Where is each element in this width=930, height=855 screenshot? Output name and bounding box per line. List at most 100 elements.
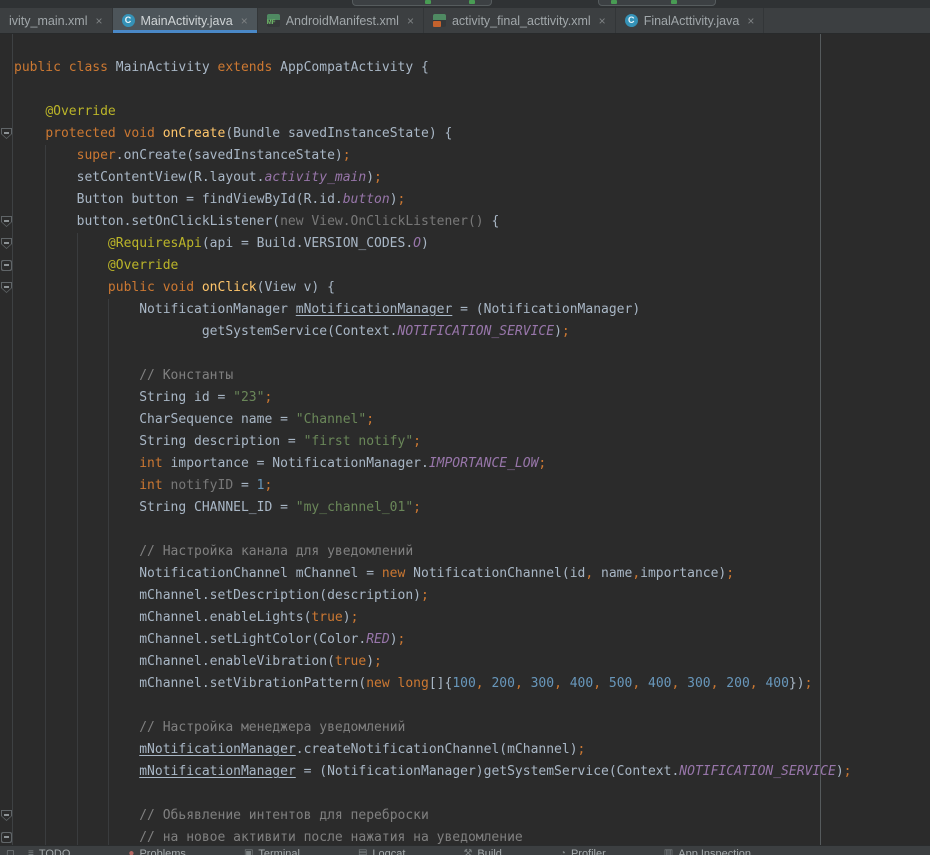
code-token: ; [374,654,382,669]
code-line[interactable]: public void onClick(View v) { [14,277,930,299]
active-tab-underline [113,30,257,33]
code-token: onCreate [163,126,226,141]
code-token: button.setOnClickListener( [14,214,280,229]
code-line[interactable]: NotificationChannel mChannel = new Notif… [14,563,930,585]
code-line[interactable]: mChannel.setDescription(description); [14,585,930,607]
code-line[interactable]: mNotificationManager.createNotificationC… [14,739,930,761]
toolwindow-app-inspection[interactable]: ▥App Inspection [664,848,751,855]
tool-window-stripe-icon[interactable]: ▢ [6,848,15,855]
code-line[interactable]: Button button = findViewById(R.id.button… [14,189,930,211]
code-line[interactable] [14,695,930,717]
code-line[interactable]: // Настройка менеджера уведомлений [14,717,930,739]
toolwindow-build[interactable]: ⚒Build [463,848,501,855]
code-line[interactable]: NotificationManager mNotificationManager… [14,299,930,321]
code-token: importance) [640,566,726,581]
fold-marker-icon[interactable] [1,216,12,227]
code-area[interactable]: public class MainActivity extends AppCom… [0,57,930,849]
code-token: ; [726,566,734,581]
app-inspection-icon: ▥ [664,848,673,855]
code-token: , [476,676,484,691]
code-line[interactable]: @Override [14,101,930,123]
code-line[interactable]: public class MainActivity extends AppCom… [14,57,930,79]
code-token [601,676,609,691]
code-token: RED [366,632,389,647]
run-configuration-widget[interactable] [352,0,492,6]
tab-close-icon[interactable]: × [96,14,103,28]
tab-AndroidManifest.xml[interactable]: MFAndroidManifest.xml× [258,8,424,33]
code-line[interactable]: mChannel.setVibrationPattern(new long[]{… [14,673,930,695]
code-line[interactable]: String description = "first notify"; [14,431,930,453]
toolwindow-label: TODO [39,848,71,855]
code-line[interactable] [14,79,930,101]
tab-activity_final_acttivity.xml[interactable]: activity_final_acttivity.xml× [424,8,616,33]
fold-marker-icon[interactable] [1,810,12,821]
code-line[interactable]: // Константы [14,365,930,387]
tab-ivity_main.xml[interactable]: ivity_main.xml× [0,8,113,33]
code-line[interactable]: mNotificationManager = (NotificationMana… [14,761,930,783]
code-token: , [585,566,593,581]
code-token: 300 [687,676,710,691]
code-line[interactable]: String CHANNEL_ID = "my_channel_01"; [14,497,930,519]
toolwindow-todo[interactable]: ≡TODO [28,848,70,855]
code-line[interactable]: button.setOnClickListener(new View.OnCli… [14,211,930,233]
code-token: , [593,676,601,691]
fold-marker-icon[interactable] [1,832,12,843]
code-line[interactable] [14,783,930,805]
code-token: (Bundle savedInstanceState) { [225,126,452,141]
code-line[interactable]: mChannel.setLightColor(Color.RED); [14,629,930,651]
code-line[interactable]: // Настройка канала для уведомлений [14,541,930,563]
code-token: }) [789,676,805,691]
code-token: NotificationChannel(id [413,566,585,581]
code-token: 400 [765,676,788,691]
tab-close-icon[interactable]: × [747,14,754,28]
code-token: IMPORTANCE_LOW [429,456,539,471]
code-line[interactable]: setContentView(R.layout.activity_main); [14,167,930,189]
code-token: true [311,610,342,625]
code-line[interactable]: String id = "23"; [14,387,930,409]
code-token: ; [562,324,570,339]
code-line[interactable]: int importance = NotificationManager.IMP… [14,453,930,475]
tab-close-icon[interactable]: × [599,14,606,28]
code-line[interactable]: CharSequence name = "Channel"; [14,409,930,431]
tab-MainActivity.java[interactable]: CMainActivity.java× [113,8,258,33]
fold-marker-icon[interactable] [1,238,12,249]
code-token [14,478,139,493]
code-token: importance = NotificationManager. [171,456,429,471]
toolwindow-problems[interactable]: ●Problems [128,848,186,855]
toolwindow-profiler[interactable]: ◔Profiler [560,848,606,855]
code-line[interactable]: mChannel.enableLights(true); [14,607,930,629]
code-token: ; [366,412,374,427]
device-selector-widget[interactable] [598,0,716,6]
code-line[interactable]: getSystemService(Context.NOTIFICATION_SE… [14,321,930,343]
fold-marker-icon[interactable] [1,128,12,139]
code-editor[interactable]: public class MainActivity extends AppCom… [0,34,930,855]
code-token: = [233,478,256,493]
code-token: extends [218,60,281,75]
fold-marker-icon[interactable] [1,282,12,293]
code-token [679,676,687,691]
code-line[interactable]: protected void onCreate(Bundle savedInst… [14,123,930,145]
code-token: ; [413,434,421,449]
code-line[interactable] [14,519,930,541]
code-line[interactable]: super.onCreate(savedInstanceState); [14,145,930,167]
code-token: , [632,566,640,581]
tab-close-icon[interactable]: × [241,14,248,28]
tab-FinalActtivity.java[interactable]: CFinalActtivity.java× [616,8,765,33]
code-line[interactable]: int notifyID = 1; [14,475,930,497]
code-token: mNotificationManager [296,302,453,317]
code-line[interactable]: @RequiresApi(api = Build.VERSION_CODES.O… [14,233,930,255]
code-line[interactable]: @Override [14,255,930,277]
code-line[interactable]: // Обьявление интентов для переброски [14,805,930,827]
toolwindow-label: Problems [139,848,185,855]
code-token [14,544,139,559]
code-token: ) [390,192,398,207]
code-line[interactable]: mChannel.enableVibration(true); [14,651,930,673]
toolwindow-terminal[interactable]: ▣Terminal [244,848,300,855]
fold-marker-icon[interactable] [1,260,12,271]
android-studio-window: ivity_main.xml×CMainActivity.java×MFAndr… [0,0,930,855]
tab-close-icon[interactable]: × [407,14,414,28]
code-token: ) [366,654,374,669]
toolwindow-logcat[interactable]: ▤Logcat [358,848,405,855]
code-line[interactable] [14,343,930,365]
code-token: mChannel.enableVibration( [14,654,335,669]
